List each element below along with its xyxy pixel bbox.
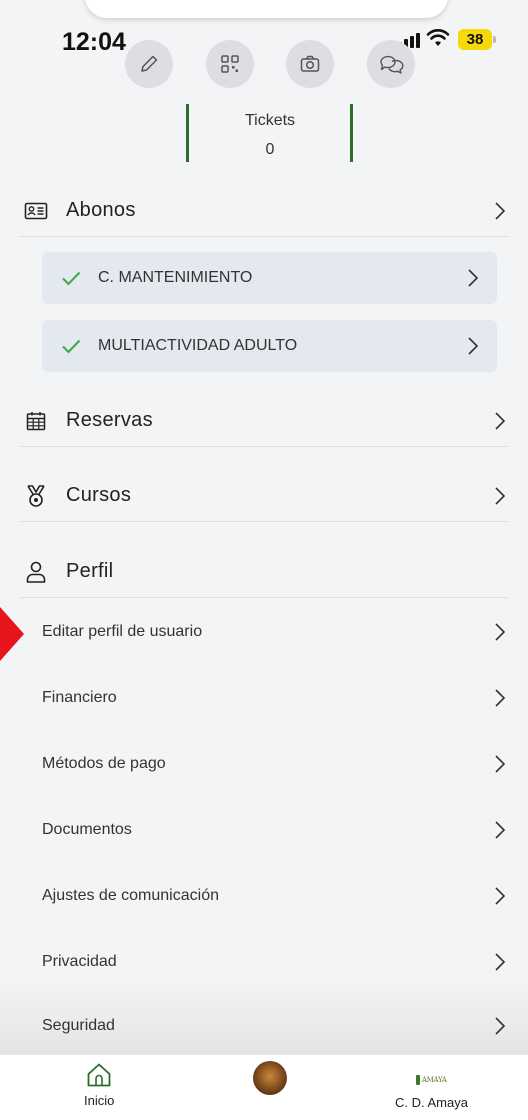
chevron-right-icon: [495, 887, 506, 905]
chevron-right-icon: [495, 486, 506, 505]
menu-item-documentos[interactable]: Documentos: [20, 797, 508, 863]
chat-icon: [380, 55, 404, 74]
check-icon: [62, 271, 81, 286]
menu-item-label: Seguridad: [42, 1017, 115, 1034]
abono-label: C. MANTENIMIENTO: [98, 269, 253, 286]
section-cursos-label: Cursos: [66, 484, 132, 506]
section-reservas[interactable]: Reservas: [20, 395, 508, 447]
menu-item-financiero[interactable]: Financiero: [20, 665, 508, 731]
chevron-right-icon: [468, 269, 479, 287]
menu-item-label: Editar perfil de usuario: [42, 623, 203, 640]
chevron-right-icon: [468, 337, 479, 355]
chevron-right-icon: [495, 953, 506, 971]
check-icon: [62, 339, 81, 354]
menu-item-editar-perfil[interactable]: Editar perfil de usuario: [20, 599, 508, 665]
section-reservas-label: Reservas: [66, 409, 153, 431]
avatar: [253, 1061, 287, 1095]
tab-club-label: C. D. Amaya: [395, 1095, 468, 1110]
medal-icon: [22, 482, 50, 510]
section-perfil: Perfil: [20, 546, 508, 598]
chevron-right-icon: [495, 821, 506, 839]
section-abonos-label: Abonos: [66, 199, 136, 221]
club-logo-text: AMAYA: [421, 1076, 447, 1084]
user-icon: [22, 558, 50, 586]
home-icon: [87, 1063, 111, 1087]
chevron-right-icon: [495, 201, 506, 220]
camera-icon: [300, 55, 320, 72]
edit-pencil-icon: [141, 55, 158, 72]
menu-item-seguridad[interactable]: Seguridad: [20, 993, 508, 1059]
tab-club[interactable]: AMAYA C. D. Amaya: [395, 1061, 468, 1110]
qr-code-button[interactable]: [206, 40, 254, 88]
bottom-tab-bar: Inicio AMAYA C. D. Amaya: [0, 1055, 528, 1120]
menu-item-label: Privacidad: [42, 953, 117, 970]
chevron-right-icon: [495, 411, 506, 430]
section-abonos[interactable]: Abonos: [20, 185, 508, 237]
menu-item-label: Financiero: [42, 689, 117, 706]
section-perfil-label: Perfil: [66, 560, 114, 582]
chevron-right-icon: [495, 689, 506, 707]
menu-item-privacidad[interactable]: Privacidad: [20, 929, 508, 995]
chevron-right-icon: [495, 755, 506, 773]
club-logo: AMAYA: [416, 1073, 447, 1087]
tickets-value: 0: [265, 141, 275, 158]
tab-inicio[interactable]: Inicio: [84, 1061, 114, 1108]
menu-item-label: Documentos: [42, 821, 132, 838]
menu-item-label: Ajustes de comunicación: [42, 887, 219, 904]
chat-button[interactable]: [367, 40, 415, 88]
abono-label: MULTIACTIVIDAD ADULTO: [98, 337, 298, 354]
tab-profile[interactable]: [253, 1061, 287, 1105]
quick-actions: [0, 40, 528, 88]
abono-card[interactable]: C. MANTENIMIENTO: [42, 252, 497, 304]
menu-item-metodos-pago[interactable]: Métodos de pago: [20, 731, 508, 797]
id-card-icon: [22, 197, 50, 225]
edit-button[interactable]: [125, 40, 173, 88]
tickets-label: Tickets: [244, 112, 296, 129]
red-pointer-arrow: [0, 607, 24, 661]
section-cursos[interactable]: Cursos: [20, 470, 508, 522]
tickets-counter[interactable]: Tickets 0: [186, 104, 354, 164]
qr-code-icon: [221, 55, 239, 73]
menu-item-label: Métodos de pago: [42, 755, 166, 772]
chevron-right-icon: [495, 623, 506, 641]
chevron-right-icon: [495, 1017, 506, 1035]
tab-inicio-label: Inicio: [84, 1093, 115, 1108]
abono-card[interactable]: MULTIACTIVIDAD ADULTO: [42, 320, 497, 372]
calendar-icon: [22, 407, 50, 435]
menu-item-ajustes-comunicacion[interactable]: Ajustes de comunicación: [20, 863, 508, 929]
camera-button[interactable]: [286, 40, 334, 88]
club-logo-mark: [416, 1075, 420, 1085]
